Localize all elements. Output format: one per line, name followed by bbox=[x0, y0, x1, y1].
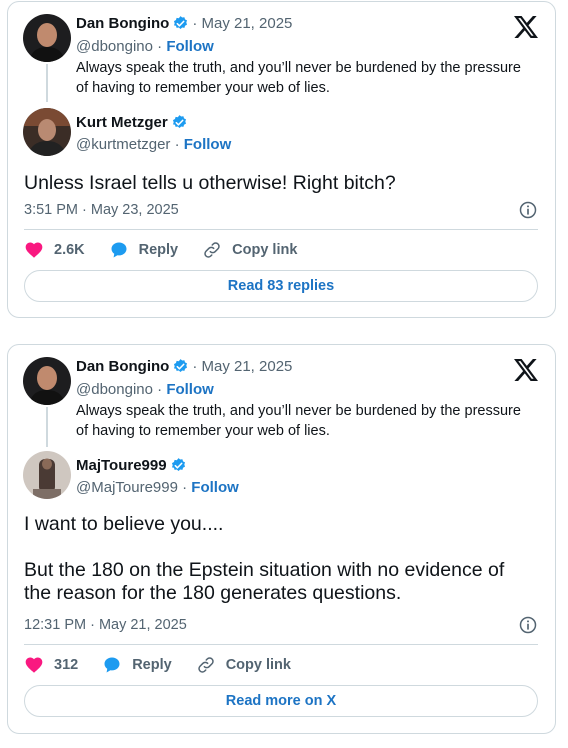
separator-dot: · bbox=[157, 381, 163, 398]
parent-handle-row: @dbongino · Follow bbox=[76, 381, 214, 398]
author-name[interactable]: MajToure999 bbox=[76, 457, 167, 474]
tweet-date[interactable]: · May 21, 2025 bbox=[192, 358, 292, 375]
verified-badge-icon bbox=[171, 458, 185, 471]
follow-button[interactable]: Follow bbox=[166, 38, 214, 55]
info-icon[interactable] bbox=[518, 200, 538, 220]
copy-link-label: Copy link bbox=[225, 657, 291, 673]
text-line: of having to remember your web of lies. bbox=[76, 80, 330, 96]
separator-dot: · bbox=[157, 38, 163, 55]
text-line: But the 180 on the Epstein situation wit… bbox=[24, 559, 505, 581]
author-name[interactable]: Kurt Metzger bbox=[76, 114, 168, 131]
avatar-majtoure999[interactable] bbox=[23, 451, 71, 499]
reply-author-row: Kurt Metzger bbox=[76, 114, 188, 131]
verified-badge-icon bbox=[174, 359, 188, 372]
avatar-dan-bongino[interactable] bbox=[23, 357, 71, 405]
tweet-date[interactable]: · May 21, 2025 bbox=[192, 15, 292, 32]
author-name[interactable]: Dan Bongino bbox=[76, 358, 169, 375]
parent-author-row: Dan Bongino · May 21, 2025 bbox=[76, 358, 292, 375]
info-icon[interactable] bbox=[518, 615, 538, 635]
reply-bubble-icon bbox=[111, 242, 127, 258]
verified-badge-icon bbox=[172, 115, 186, 128]
action-bar: 312 Reply Copy link bbox=[24, 655, 315, 675]
avatar-dan-bongino[interactable] bbox=[23, 14, 71, 62]
tweet-timestamp[interactable]: 12:31 PM · May 21, 2025 bbox=[24, 617, 187, 633]
like-button[interactable]: 2.6K bbox=[24, 240, 85, 260]
thread-connector-line bbox=[46, 407, 48, 447]
avatar-kurt-metzger[interactable] bbox=[23, 108, 71, 156]
author-handle[interactable]: @MajToure999 bbox=[76, 479, 178, 496]
like-button[interactable]: 312 bbox=[24, 655, 78, 675]
embedded-tweet-card-1: Dan Bongino · May 21, 2025 @dbongino · F… bbox=[7, 1, 556, 318]
text-line: Always speak the truth, and you’ll never… bbox=[76, 403, 521, 419]
separator-dot: · bbox=[174, 136, 180, 153]
link-icon bbox=[197, 657, 214, 673]
parent-tweet-text: Always speak the truth, and you’ll never… bbox=[76, 58, 546, 98]
text-line: I want to believe you.... bbox=[24, 513, 224, 535]
divider bbox=[24, 644, 538, 645]
action-bar: 2.6K Reply Copy link bbox=[24, 240, 321, 260]
link-icon bbox=[204, 242, 220, 258]
reply-handle-row: @MajToure999 · Follow bbox=[76, 479, 239, 496]
reply-tweet-text: I want to believe you.... But the 180 on… bbox=[24, 513, 544, 605]
author-handle[interactable]: @dbongino bbox=[76, 38, 153, 55]
follow-button[interactable]: Follow bbox=[166, 381, 214, 398]
x-logo-icon[interactable] bbox=[514, 16, 538, 38]
thread-connector-line bbox=[46, 64, 48, 102]
parent-handle-row: @dbongino · Follow bbox=[76, 38, 214, 55]
copy-link-button[interactable]: Copy link bbox=[202, 240, 297, 260]
parent-author-row: Dan Bongino · May 21, 2025 bbox=[76, 15, 292, 32]
separator-dot: · bbox=[182, 479, 188, 496]
author-name[interactable]: Dan Bongino bbox=[76, 15, 169, 32]
copy-link-label: Copy link bbox=[232, 242, 298, 258]
read-replies-button[interactable]: Read 83 replies bbox=[24, 270, 538, 302]
like-count: 2.6K bbox=[54, 242, 85, 258]
author-handle[interactable]: @dbongino bbox=[76, 381, 153, 398]
reply-bubble-icon bbox=[104, 657, 120, 673]
text-line: of having to remember your web of lies. bbox=[76, 423, 330, 439]
reply-label: Reply bbox=[138, 242, 179, 258]
reply-handle-row: @kurtmetzger · Follow bbox=[76, 136, 231, 153]
reply-button[interactable]: Reply bbox=[109, 240, 179, 260]
reply-button[interactable]: Reply bbox=[102, 655, 172, 675]
heart-icon bbox=[25, 657, 43, 673]
text-line: the reason for the 180 generates questio… bbox=[24, 582, 402, 604]
reply-tweet-text: Unless Israel tells u otherwise! Right b… bbox=[24, 172, 396, 194]
tweet-meta-row: 3:51 PM · May 23, 2025 bbox=[24, 200, 538, 220]
text-line: Always speak the truth, and you’ll never… bbox=[76, 60, 521, 76]
heart-icon bbox=[25, 242, 43, 258]
follow-button[interactable]: Follow bbox=[184, 136, 232, 153]
tweet-meta-row: 12:31 PM · May 21, 2025 bbox=[24, 615, 538, 635]
x-logo-icon[interactable] bbox=[514, 359, 538, 381]
tweet-timestamp[interactable]: 3:51 PM · May 23, 2025 bbox=[24, 202, 179, 218]
embedded-tweet-card-2: Dan Bongino · May 21, 2025 @dbongino · F… bbox=[7, 344, 556, 734]
author-handle[interactable]: @kurtmetzger bbox=[76, 136, 170, 153]
like-count: 312 bbox=[54, 657, 79, 673]
copy-link-button[interactable]: Copy link bbox=[196, 655, 291, 675]
follow-button[interactable]: Follow bbox=[191, 479, 239, 496]
parent-tweet-text: Always speak the truth, and you’ll never… bbox=[76, 401, 546, 441]
divider bbox=[24, 229, 538, 230]
reply-author-row: MajToure999 bbox=[76, 457, 187, 474]
verified-badge-icon bbox=[174, 16, 188, 29]
reply-label: Reply bbox=[132, 657, 172, 673]
read-more-button[interactable]: Read more on X bbox=[24, 685, 538, 717]
